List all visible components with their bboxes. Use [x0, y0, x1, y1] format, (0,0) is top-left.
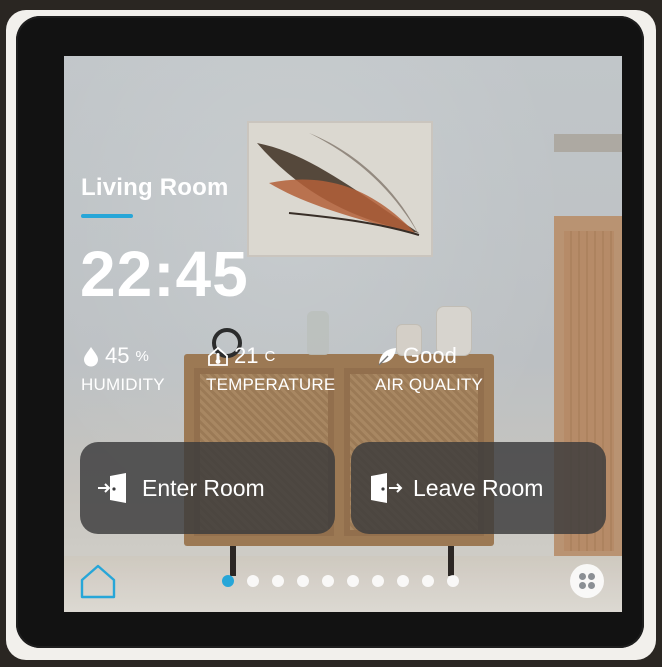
leave-room-button[interactable]: Leave Room: [351, 442, 606, 534]
temperature-value: 21: [234, 343, 259, 368]
page-dot[interactable]: [372, 575, 384, 587]
page-dot[interactable]: [447, 575, 459, 587]
clock-time: 22:45: [80, 238, 249, 310]
leave-room-label: Leave Room: [413, 474, 544, 501]
humidity-label: HUMIDITY: [81, 375, 165, 394]
page-dot[interactable]: [222, 575, 234, 587]
page-dot[interactable]: [297, 575, 309, 587]
water-drop-icon: [84, 347, 98, 367]
page-dot[interactable]: [322, 575, 334, 587]
leaf-icon: [378, 348, 396, 366]
thermometer-house-icon: [208, 346, 228, 366]
air-quality-stat: Good AIR QUALITY: [375, 342, 483, 395]
page-dot[interactable]: [422, 575, 434, 587]
room-title: Living Room: [81, 174, 229, 201]
touch-screen: Living Room 22:45 45 % HUMIDITY 21 C TEM…: [64, 56, 622, 612]
humidity-value: 45: [105, 343, 130, 368]
page-dot[interactable]: [347, 575, 359, 587]
page-dot[interactable]: [397, 575, 409, 587]
home-icon[interactable]: [78, 561, 118, 601]
air-quality-label: AIR QUALITY: [375, 375, 484, 394]
humidity-unit: %: [135, 347, 149, 365]
humidity-stat: 45 % HUMIDITY: [81, 342, 165, 395]
air-quality-value: Good: [403, 343, 457, 368]
enter-room-label: Enter Room: [142, 474, 265, 501]
page-dot[interactable]: [272, 575, 284, 587]
page-indicator: [222, 575, 459, 587]
title-underline: [81, 214, 133, 218]
temperature-label: TEMPERATURE: [206, 375, 336, 394]
page-dot[interactable]: [247, 575, 259, 587]
enter-room-icon: [98, 473, 126, 503]
temperature-stat: 21 C TEMPERATURE: [206, 342, 335, 395]
apps-grid-icon[interactable]: [570, 564, 604, 598]
temperature-unit: C: [264, 347, 276, 365]
enter-room-button[interactable]: Enter Room: [80, 442, 335, 534]
leave-room-icon: [371, 473, 403, 503]
